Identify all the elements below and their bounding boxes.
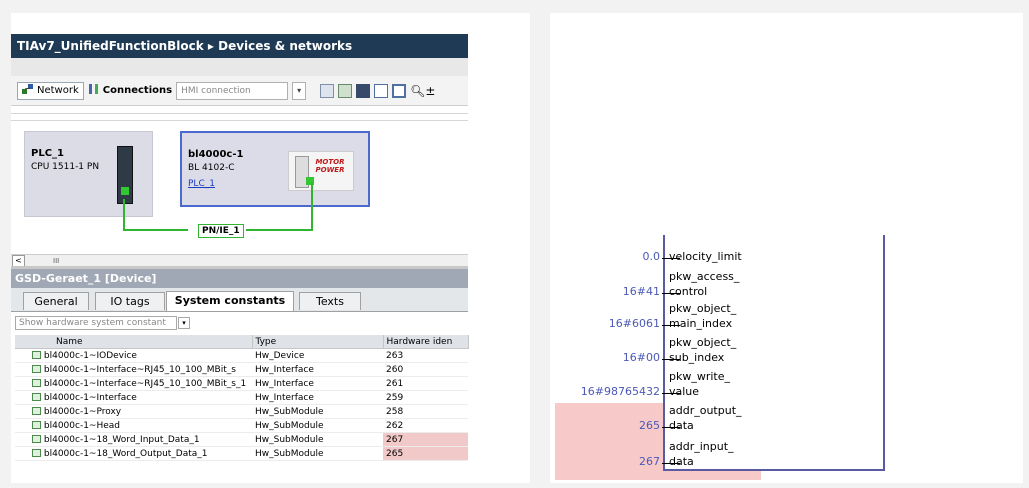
filter-input[interactable]: Show hardware system constant xyxy=(15,316,177,330)
constant-name-text: bl4000c-1~Proxy xyxy=(43,406,122,417)
constant-name-text: bl4000c-1~Interface xyxy=(43,392,137,403)
constant-name: bl4000c-1~Head xyxy=(15,418,252,433)
hw-constant-filter[interactable]: Show hardware system constant ▾ xyxy=(15,316,190,330)
pin-value[interactable]: 16#00 xyxy=(558,351,660,364)
pin-value[interactable]: 265 xyxy=(558,419,660,432)
pin-name: pkw_object_ xyxy=(669,336,737,349)
constant-type: Hw_SubModule xyxy=(252,446,383,461)
tab-texts-label: Texts xyxy=(316,295,344,308)
constant-name: bl4000c-1~Interface~RJ45_10_100_MBit_s_1 xyxy=(15,376,252,391)
table-row[interactable]: bl4000c-1~Proxy Hw_SubModule 258 xyxy=(15,404,468,419)
constant-name-text: bl4000c-1~18_Word_Output_Data_1 xyxy=(43,448,208,459)
constant-type: Hw_Interface xyxy=(252,390,383,405)
system-constants-table: Name Type Hardware iden bl4000c-1~IODevi… xyxy=(15,335,469,461)
constant-type: Hw_Interface xyxy=(252,376,383,391)
table-row[interactable]: bl4000c-1~Head Hw_SubModule 262 xyxy=(15,418,468,433)
pin-name: addr_output_ xyxy=(669,404,742,417)
constant-name: bl4000c-1~18_Word_Output_Data_1 xyxy=(15,446,252,461)
table-row[interactable]: bl4000c-1~IODevice Hw_Device 263 xyxy=(15,348,468,363)
constant-name-text: bl4000c-1~Interface~RJ45_10_100_MBit_s_1 xyxy=(43,378,247,389)
constant-name: bl4000c-1~Proxy xyxy=(15,404,252,419)
constant-type: Hw_SubModule xyxy=(252,418,383,433)
constant-name: bl4000c-1~IODevice xyxy=(15,348,252,363)
constant-name-text: bl4000c-1~Head xyxy=(43,420,120,431)
constant-hw-id: 262 xyxy=(383,418,468,433)
pin-value[interactable]: 16#41 xyxy=(558,285,660,298)
constant-type: Hw_SubModule xyxy=(252,432,383,447)
constant-name: bl4000c-1~Interface~RJ45_10_100_MBit_s xyxy=(15,362,252,377)
constant-icon xyxy=(32,449,41,457)
constant-hw-id: 265 xyxy=(383,446,468,461)
pn-ie-network-label[interactable]: PN/IE_1 xyxy=(198,224,244,238)
pin-value[interactable]: 267 xyxy=(558,455,660,468)
constant-hw-id: 261 xyxy=(383,376,468,391)
constant-type: Hw_Device xyxy=(252,348,383,363)
constant-icon xyxy=(32,421,41,429)
pin-name-line2: data xyxy=(669,455,694,468)
table-row[interactable]: bl4000c-1~18_Word_Input_Data_1 Hw_SubMod… xyxy=(15,432,468,447)
pin-name-line2: control xyxy=(669,285,708,298)
pin-name-line2: sub_index xyxy=(669,351,725,364)
tab-system-constants[interactable]: System constants xyxy=(166,291,294,311)
pin-value[interactable]: 0.0 xyxy=(558,250,661,263)
pin-name-line2: data xyxy=(669,419,694,432)
constant-name: bl4000c-1~Interface xyxy=(15,390,252,405)
tab-texts[interactable]: Texts xyxy=(299,292,361,310)
chevron-down-icon[interactable]: ▾ xyxy=(178,317,190,329)
constant-name: bl4000c-1~18_Word_Input_Data_1 xyxy=(15,432,252,447)
network-lines xyxy=(123,183,313,231)
constant-name-text: bl4000c-1~Interface~RJ45_10_100_MBit_s xyxy=(43,364,236,375)
constant-hw-id: 267 xyxy=(383,432,468,447)
constant-hw-id: 258 xyxy=(383,404,468,419)
constant-type: Hw_SubModule xyxy=(252,404,383,419)
table-row[interactable]: bl4000c-1~Interface~RJ45_10_100_MBit_s_1… xyxy=(15,376,468,391)
pin-name: pkw_write_ xyxy=(669,370,731,383)
pin-value[interactable]: 16#6061 xyxy=(558,317,660,330)
constant-type: Hw_Interface xyxy=(252,362,383,377)
pin-value[interactable]: 16#98765432 xyxy=(558,385,660,398)
tab-general[interactable]: General xyxy=(23,292,89,310)
scroll-thumb[interactable]: III xyxy=(53,257,59,265)
column-header-hardware-id[interactable]: Hardware iden xyxy=(383,335,469,349)
pin-name: pkw_object_ xyxy=(669,302,737,315)
tab-general-label: General xyxy=(34,295,78,308)
tab-io-tags-label: IO tags xyxy=(110,295,150,308)
constant-icon xyxy=(32,435,41,443)
device-header: GSD-Geraet_1 [Device] xyxy=(11,269,468,288)
pin-name-line2: value xyxy=(669,385,700,398)
tab-system-constants-label: System constants xyxy=(174,294,286,307)
column-header-name[interactable]: Name xyxy=(15,335,253,349)
table-row[interactable]: bl4000c-1~18_Word_Output_Data_1 Hw_SubMo… xyxy=(15,446,468,461)
constant-icon xyxy=(32,351,41,359)
inspector-tabs: General IO tags System constants Texts xyxy=(11,288,468,312)
constant-icon xyxy=(32,407,41,415)
constant-icon xyxy=(32,365,41,373)
pin-name: velocity_limit xyxy=(669,250,742,263)
pin-name-line2: main_index xyxy=(669,317,733,330)
constant-hw-id: 263 xyxy=(383,348,468,363)
pin-name: pkw_access_ xyxy=(669,270,740,283)
constant-hw-id: 259 xyxy=(383,390,468,405)
column-header-type[interactable]: Type xyxy=(252,335,384,349)
table-row[interactable]: bl4000c-1~Interface~RJ45_10_100_MBit_s H… xyxy=(15,362,468,377)
constant-icon xyxy=(32,393,41,401)
table-row[interactable]: bl4000c-1~Interface Hw_Interface 259 xyxy=(15,390,468,405)
column-header-name-label: Name xyxy=(56,336,83,347)
constant-name-text: bl4000c-1~IODevice xyxy=(43,350,137,361)
constant-hw-id: 260 xyxy=(383,362,468,377)
tab-io-tags[interactable]: IO tags xyxy=(95,292,165,310)
constant-name-text: bl4000c-1~18_Word_Input_Data_1 xyxy=(43,434,200,445)
constant-icon xyxy=(32,379,41,387)
device-header-label: GSD-Geraet_1 [Device] xyxy=(15,272,157,285)
pin-name: addr_input_ xyxy=(669,440,734,453)
